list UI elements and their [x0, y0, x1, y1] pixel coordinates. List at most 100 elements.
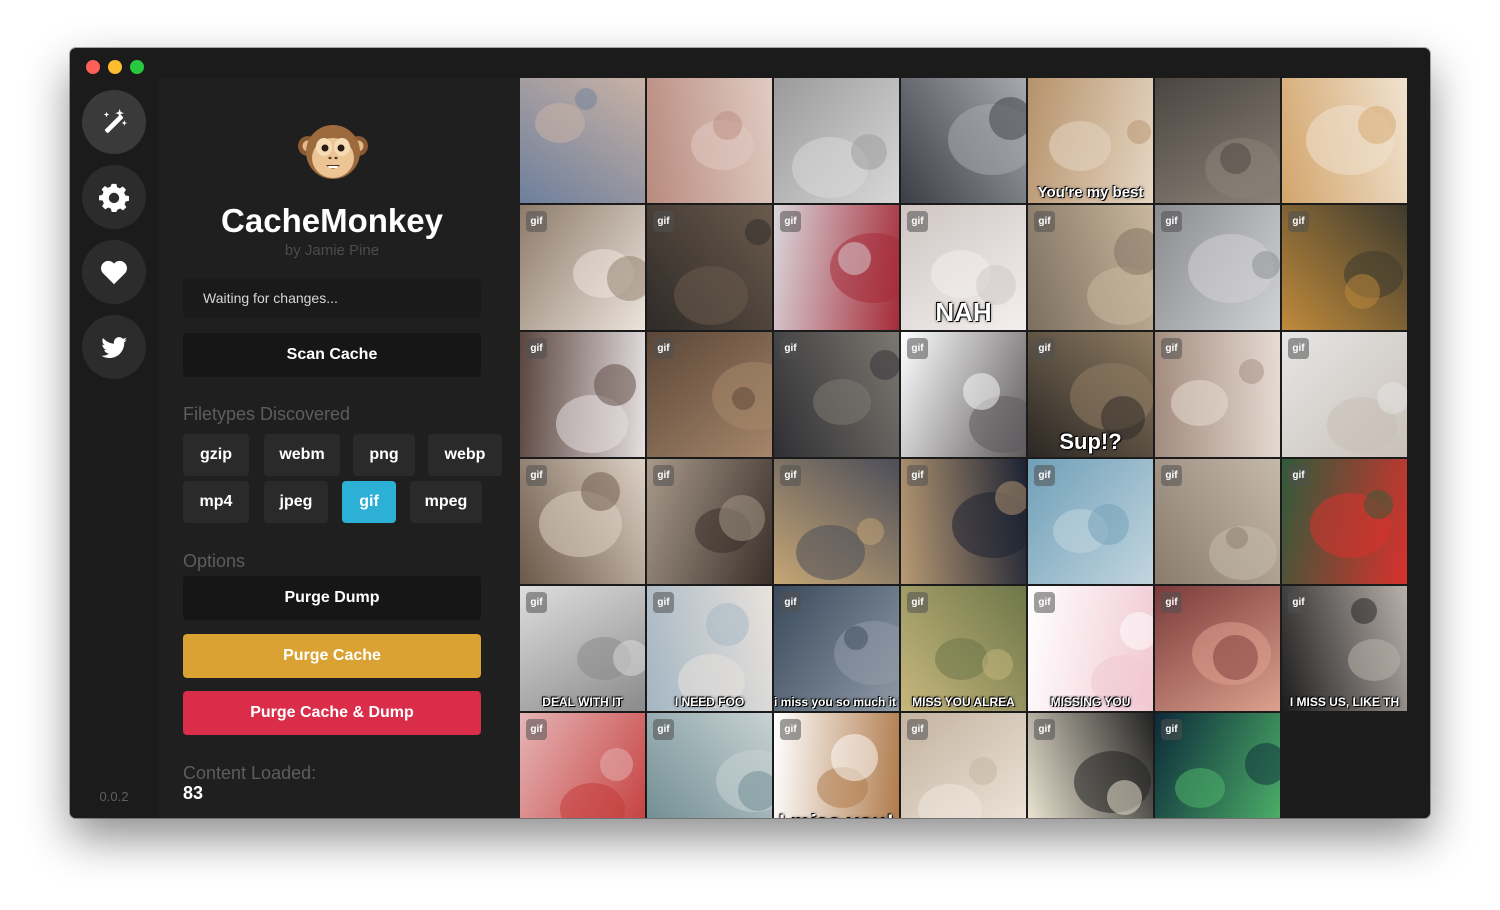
gif-badge: gif — [780, 719, 801, 740]
gif-badge: gif — [1034, 719, 1055, 740]
filetype-chip-mpeg[interactable]: mpeg — [410, 481, 482, 523]
gif-badge: gif — [1161, 592, 1182, 613]
filetype-chip-gzip[interactable]: gzip — [183, 434, 249, 476]
gif-detail — [857, 518, 884, 545]
gif-detail — [1351, 598, 1377, 624]
gif-badge: gif — [1288, 338, 1309, 359]
gif-tile[interactable] — [520, 78, 645, 203]
filetype-chip-jpeg[interactable]: jpeg — [264, 481, 328, 523]
close-window-button[interactable] — [86, 60, 100, 74]
gif-tile[interactable] — [647, 78, 772, 203]
gif-tile[interactable]: gif — [1282, 332, 1407, 457]
gif-tile[interactable]: You're my best — [1028, 78, 1153, 203]
gif-tile[interactable]: gif — [1155, 713, 1280, 818]
gif-tile[interactable] — [774, 78, 899, 203]
gif-tile[interactable]: gif — [774, 332, 899, 457]
gif-tile[interactable]: gif — [647, 713, 772, 818]
gif-tile[interactable]: gif — [647, 205, 772, 330]
gif-detail — [600, 748, 633, 781]
gif-badge: gif — [526, 465, 547, 486]
gif-tile[interactable]: gif — [1155, 459, 1280, 584]
gif-subject — [560, 783, 625, 818]
gif-detail — [713, 111, 742, 140]
favorites-button[interactable] — [82, 240, 146, 304]
gif-detail — [719, 495, 765, 541]
magic-wand-button[interactable] — [82, 90, 146, 154]
purge-dump-button[interactable]: Purge Dump — [183, 576, 481, 620]
gif-tile[interactable]: gif Sup!? — [1028, 332, 1153, 457]
gif-tile[interactable]: gif — [1282, 459, 1407, 584]
gif-tile[interactable]: gif — [774, 459, 899, 584]
gif-tile[interactable]: gif i miss you so much it hurts — [774, 586, 899, 711]
gif-detail — [969, 757, 997, 785]
gif-detail — [982, 649, 1013, 680]
twitter-button[interactable] — [82, 315, 146, 379]
scan-cache-button[interactable]: Scan Cache — [183, 333, 481, 377]
filetype-chip-webp[interactable]: webp — [428, 434, 502, 476]
gif-tile[interactable]: gif — [647, 332, 772, 457]
gif-tile[interactable]: gif I MISS US, LIKE TH — [1282, 586, 1407, 711]
filetype-chip-webm[interactable]: webm — [264, 434, 340, 476]
gif-tile[interactable]: gif — [1155, 205, 1280, 330]
settings-button[interactable] — [82, 165, 146, 229]
title-bar — [70, 48, 1430, 78]
gif-caption: MISS YOU ALREA — [912, 695, 1015, 709]
gif-tile[interactable]: gif — [901, 713, 1026, 818]
control-panel: CacheMonkey by Jamie Pine Waiting for ch… — [158, 78, 520, 818]
gif-tile[interactable]: gif — [1282, 205, 1407, 330]
gif-badge: gif — [1288, 211, 1309, 232]
minimize-window-button[interactable] — [108, 60, 122, 74]
gif-tile[interactable]: gif — [647, 459, 772, 584]
gif-tile[interactable]: gif — [1028, 459, 1153, 584]
options-heading: Options — [183, 551, 246, 571]
gif-tile[interactable]: gif — [520, 205, 645, 330]
gif-tile[interactable]: gif I NEED FOO — [647, 586, 772, 711]
gif-tile[interactable]: gif MISSING YOU — [1028, 586, 1153, 711]
gif-tile[interactable]: gif NAH — [901, 205, 1026, 330]
gif-detail — [844, 626, 868, 650]
purge-cache-and-dump-button[interactable]: Purge Cache & Dump — [183, 691, 481, 735]
gif-detail — [1226, 527, 1248, 549]
gif-tile[interactable]: gif — [1028, 713, 1153, 818]
gif-detail — [732, 387, 755, 410]
gif-badge: gif — [653, 338, 674, 359]
gif-detail — [1345, 274, 1380, 309]
filetype-chip-mp4[interactable]: mp4 — [183, 481, 249, 523]
gif-detail — [1220, 143, 1251, 174]
gif-caption: i miss you so much it hurts — [774, 695, 899, 709]
gif-detail — [1107, 780, 1142, 815]
gif-tile[interactable]: gif — [774, 205, 899, 330]
gif-detail — [575, 88, 597, 110]
purge-cache-button[interactable]: Purge Cache — [183, 634, 481, 678]
gif-subject — [535, 103, 585, 143]
gif-tile[interactable] — [1282, 78, 1407, 203]
gif-tile[interactable]: gif — [1155, 332, 1280, 457]
gif-tile[interactable] — [1155, 78, 1280, 203]
filetype-chip-png[interactable]: png — [353, 434, 415, 476]
gif-detail — [594, 364, 636, 406]
monkey-logo-icon — [298, 125, 368, 179]
gif-tile[interactable]: gif — [901, 459, 1026, 584]
gif-badge: gif — [1034, 338, 1055, 359]
gif-subject — [1087, 267, 1153, 326]
gif-tile[interactable]: gif DEAL WITH IT — [520, 586, 645, 711]
gif-tile[interactable]: gif — [520, 713, 645, 818]
app-window: 0.0.2 CacheMonkey by Jamie Pine Waiting … — [70, 48, 1430, 818]
gif-tile[interactable] — [901, 78, 1026, 203]
gif-tile[interactable]: gif — [1028, 205, 1153, 330]
gif-detail — [870, 350, 899, 380]
gif-tile[interactable]: gif I miss you! — [774, 713, 899, 818]
gif-tile[interactable]: gif — [1155, 586, 1280, 711]
filetype-chip-gif[interactable]: gif — [342, 481, 396, 523]
gif-tile[interactable]: gif — [520, 459, 645, 584]
gif-caption: MISSING YOU — [1050, 695, 1131, 709]
gif-tile[interactable]: gif — [901, 332, 1026, 457]
maximize-window-button[interactable] — [130, 60, 144, 74]
gif-caption: I miss you! — [774, 810, 899, 818]
gif-caption: I MISS US, LIKE TH — [1289, 695, 1400, 709]
gif-subject — [1348, 639, 1400, 681]
gif-tile[interactable]: gif — [520, 332, 645, 457]
gear-icon — [99, 183, 129, 212]
gif-tile[interactable]: gif MISS YOU ALREA — [901, 586, 1026, 711]
gif-detail — [989, 97, 1026, 140]
